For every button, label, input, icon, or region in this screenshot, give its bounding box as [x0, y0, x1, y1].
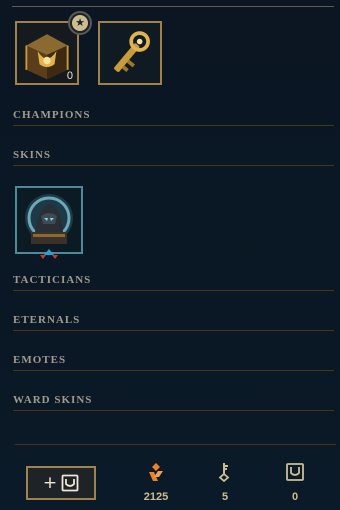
add-chest-button[interactable]: +	[26, 466, 96, 500]
skin-shard-icon	[17, 188, 81, 252]
section-label: ETERNALS	[13, 314, 81, 326]
orange-essence-icon	[149, 463, 163, 481]
hextech-chest-value: 0	[291, 491, 299, 503]
hextech-key-slot[interactable]	[98, 21, 162, 85]
section-label: SKINS	[13, 149, 52, 161]
chest-outline-icon	[61, 474, 79, 492]
chest-count: 0	[66, 70, 73, 82]
skin-item[interactable]	[15, 186, 83, 254]
hextech-chest-currency: 0	[275, 462, 315, 503]
chroma-indicator-icon	[40, 249, 58, 259]
star-badge-icon[interactable]: ★	[68, 11, 92, 35]
hextech-key-value: 5	[221, 491, 229, 503]
section-label: TACTICIANS	[13, 274, 92, 286]
hextech-key-icon	[100, 23, 160, 83]
hextech-key-currency: 5	[205, 462, 245, 503]
section-label: EMOTES	[13, 354, 67, 366]
orange-essence-currency: 2125	[136, 462, 176, 503]
section-skins[interactable]: SKINS	[13, 146, 334, 166]
hextech-chest-slot[interactable]: 0	[15, 21, 79, 85]
section-label: WARD SKINS	[13, 394, 93, 406]
section-label: CHAMPIONS	[13, 109, 91, 121]
section-ward-skins[interactable]: WARD SKINS	[13, 391, 334, 411]
section-eternals[interactable]: ETERNALS	[13, 311, 334, 331]
section-champions[interactable]: CHAMPIONS	[13, 106, 334, 126]
hextech-key-icon	[218, 463, 230, 482]
section-emotes[interactable]: EMOTES	[13, 351, 334, 371]
hextech-chest-icon	[286, 463, 304, 481]
section-tacticians[interactable]: TACTICIANS	[13, 271, 334, 291]
footer-divider	[15, 444, 336, 445]
plus-label: +	[42, 473, 58, 493]
star-icon: ★	[72, 15, 88, 31]
orange-essence-value: 2125	[143, 491, 169, 503]
top-divider	[12, 6, 334, 7]
